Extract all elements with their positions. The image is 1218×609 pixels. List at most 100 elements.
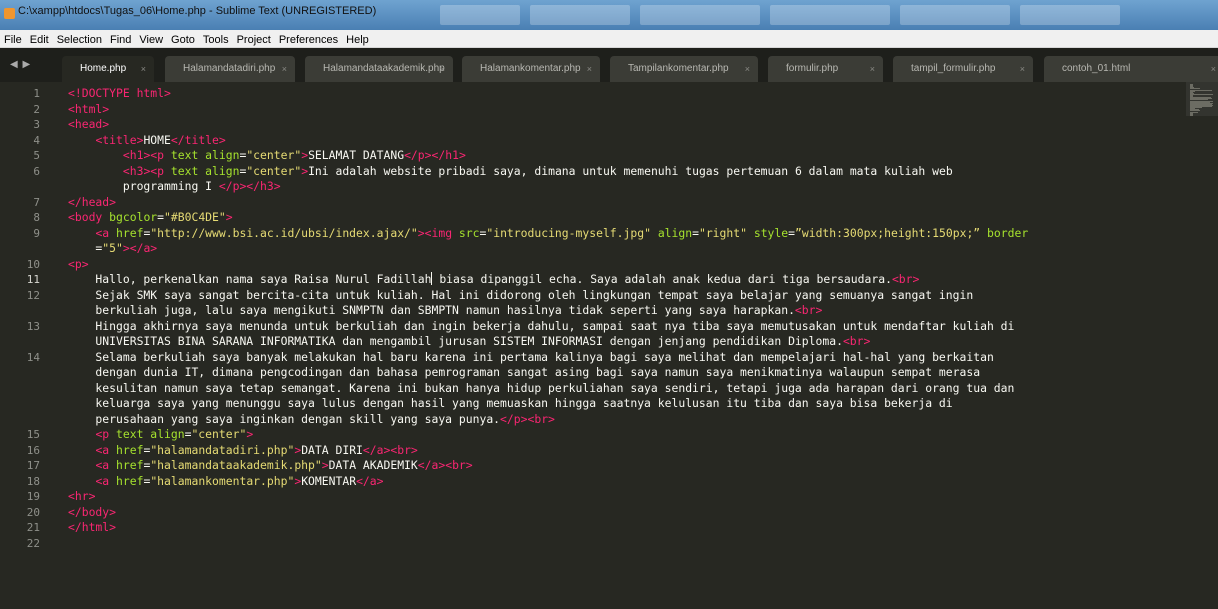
tab-label: Halamandatadiri.php bbox=[183, 63, 276, 74]
tab-bar: ◀ ▶ Home.php × Halamandatadiri.php × Halaman… bbox=[0, 48, 1218, 82]
code-token-attr: href bbox=[116, 473, 144, 488]
code-token-tag: > bbox=[321, 458, 329, 472]
tab-tampilankomentar-php[interactable]: Tampilankomentar.php × bbox=[610, 56, 758, 82]
code-token-tag: </a><br> bbox=[362, 442, 418, 457]
code-line: Hallo, perkenalkan nama saya Raisa Nurul… bbox=[68, 272, 919, 287]
code-line: </body> bbox=[68, 505, 116, 520]
window-title: C:\xampp\htdocs\Tugas_06\Home.php - Subl… bbox=[18, 5, 377, 17]
tab-label: Halamankomentar.php bbox=[480, 63, 581, 74]
menu-item-tools[interactable]: Tools bbox=[199, 32, 233, 47]
tab-contoh-01-html[interactable]: contoh_01.html × bbox=[1044, 56, 1218, 82]
line-number: 18 bbox=[26, 474, 40, 488]
code-token-tag: > bbox=[225, 210, 233, 224]
line-number: 17 bbox=[26, 459, 40, 472]
code-line: berkuliah juga, lalu saya mengikuti SNMP… bbox=[68, 303, 822, 318]
code-token-tag: <html> bbox=[68, 101, 110, 116]
tab-label: Halamandataakademik.php bbox=[323, 63, 445, 74]
code-token-txt: SELAMAT DATANG bbox=[308, 148, 405, 162]
code-token-txt: Hingga akhirnya saya menunda untuk berku… bbox=[68, 318, 1015, 333]
minimap[interactable] bbox=[1186, 82, 1218, 609]
code-token-txt: KOMENTAR bbox=[301, 473, 357, 488]
code-token-txt: HOME bbox=[143, 132, 171, 147]
tab-halamandataakademik-php[interactable]: Halamandataakademik.php × bbox=[305, 56, 453, 82]
code-token-tag: <p> bbox=[68, 256, 89, 271]
code-token-tag: </p></h3> bbox=[218, 179, 281, 193]
code-token-tag: </p></h1> bbox=[404, 148, 466, 162]
menu-item-edit[interactable]: Edit bbox=[26, 32, 53, 47]
menu-item-help[interactable]: Help bbox=[342, 32, 373, 47]
code-line: <a href="halamandatadiri.php">DATA DIRI<… bbox=[68, 442, 418, 458]
tab-halamandatadiri-php[interactable]: Halamandatadiri.php × bbox=[165, 56, 295, 82]
line-number: 2 bbox=[33, 102, 40, 116]
code-token-str: "halamandataakademik.php" bbox=[150, 458, 322, 472]
tab-scroll-arrows-icon[interactable]: ◀ ▶ bbox=[10, 59, 31, 70]
code-token-str: "http://www.bsi.ac.id/ubsi/index.ajax/" bbox=[150, 225, 418, 240]
code-token-attr: src bbox=[458, 225, 480, 240]
code-token-txt: Ini adalah website pribadi saya, dimana … bbox=[308, 163, 953, 178]
code-line: perusahaan yang saya inginkan dengan ski… bbox=[68, 412, 555, 427]
line-number: 10 bbox=[26, 257, 40, 271]
code-line: Hingga akhirnya saya menunda untuk berku… bbox=[68, 319, 1014, 334]
close-icon[interactable]: × bbox=[282, 56, 287, 82]
code-line: <h1><p text align="center">SELAMAT DATAN… bbox=[68, 148, 466, 163]
line-number: 8 bbox=[33, 211, 40, 224]
line-number: 3 bbox=[33, 118, 40, 131]
code-line: <h3><p text align="center">Ini adalah we… bbox=[68, 164, 953, 179]
code-line: <title>HOME</title> bbox=[68, 132, 225, 148]
tab-halamankomentar-php[interactable]: Halamankomentar.php × bbox=[462, 56, 600, 82]
line-number-gutter: 1 2 3 4 5 6 7 8 9 10 11 12 13 14 15 16 17 18 19 20 21 22 bbox=[0, 82, 50, 609]
menu-item-selection[interactable]: Selection bbox=[53, 32, 106, 47]
close-icon[interactable]: × bbox=[870, 56, 875, 82]
close-icon[interactable]: × bbox=[587, 56, 592, 82]
code-token-txt: = bbox=[68, 241, 103, 255]
code-token-str: "center" bbox=[246, 163, 302, 178]
line-number: 5 bbox=[33, 149, 40, 162]
code-editor[interactable]: <!DOCTYPE html> <html> <head> <title>HOME<… bbox=[68, 82, 1188, 609]
code-line: <!DOCTYPE html> bbox=[68, 86, 171, 101]
code-line: </head> bbox=[68, 195, 116, 210]
menu-bar: File Edit Selection Find View Goto Tools Projec… bbox=[0, 30, 1218, 48]
code-line: kesulitan namun saya tetap semangat. Kar… bbox=[68, 381, 1014, 396]
tab-tampil-formulir-php[interactable]: tampil_formulir.php × bbox=[893, 56, 1033, 82]
close-icon[interactable]: × bbox=[1020, 56, 1025, 82]
code-token-tag: </p><br> bbox=[500, 411, 555, 426]
code-token-str: ”width:300px;height:150px;” bbox=[795, 225, 988, 240]
menu-item-goto[interactable]: Goto bbox=[167, 32, 199, 47]
code-line: </html> bbox=[68, 520, 116, 535]
menu-item-find[interactable]: Find bbox=[106, 32, 135, 47]
close-icon[interactable]: × bbox=[440, 56, 445, 82]
menu-item-file[interactable]: File bbox=[0, 32, 26, 47]
code-token-tag: <h1><p bbox=[122, 148, 171, 162]
tab-label: tampil_formulir.php bbox=[911, 63, 996, 74]
line-number: 11 bbox=[26, 273, 40, 286]
code-token-str: "right" bbox=[698, 225, 747, 240]
code-token-tag: <a bbox=[95, 458, 117, 472]
line-number: 4 bbox=[33, 133, 40, 147]
code-line: Selama berkuliah saya banyak melakukan h… bbox=[68, 350, 993, 365]
line-number: 20 bbox=[26, 505, 40, 519]
code-token-str: "center" bbox=[191, 427, 247, 441]
code-token-tag: <a bbox=[95, 473, 117, 488]
tab-formulir-php[interactable]: formulir.php × bbox=[768, 56, 883, 82]
line-number: 13 bbox=[26, 319, 40, 333]
menu-item-view[interactable]: View bbox=[135, 32, 167, 47]
code-token-str: "halamankomentar.php" bbox=[150, 473, 295, 488]
code-token-attr: text align bbox=[170, 163, 240, 178]
close-icon[interactable]: × bbox=[141, 56, 146, 82]
close-icon[interactable]: × bbox=[1211, 56, 1216, 82]
code-token-txt: = bbox=[788, 225, 795, 240]
code-token-tag: <h3><p bbox=[122, 163, 171, 178]
code-token-tag: <body bbox=[68, 210, 110, 224]
code-line: <p text align="center"> bbox=[68, 427, 253, 442]
menu-item-project[interactable]: Project bbox=[233, 32, 275, 47]
code-token-txt: DATA AKADEMIK bbox=[328, 458, 418, 472]
tab-home-php[interactable]: Home.php × bbox=[62, 56, 154, 82]
menu-item-preferences[interactable]: Preferences bbox=[275, 32, 342, 47]
code-token-tag: </head> bbox=[68, 194, 117, 209]
close-icon[interactable]: × bbox=[745, 56, 750, 82]
